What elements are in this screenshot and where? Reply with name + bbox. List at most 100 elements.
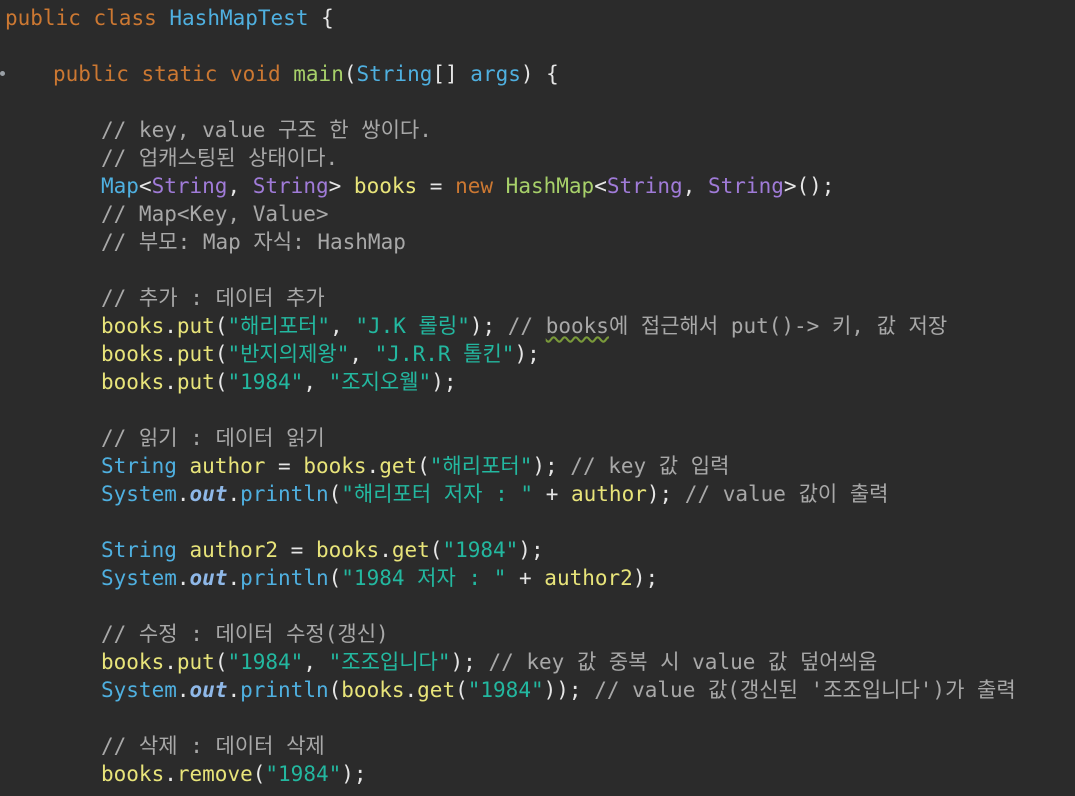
var-books: books (315, 538, 380, 562)
var-books: books (101, 370, 165, 394)
dot: . (176, 678, 190, 702)
paren: ( (328, 482, 342, 506)
assign: = (278, 538, 316, 562)
string-literal: "조지오웰" (328, 370, 432, 394)
code-line-put: books.put("1984", "조조입니다"); // key 값 중복 … (0, 648, 1075, 676)
paren: ( (417, 454, 430, 478)
class-system: System (101, 482, 177, 506)
keyword-public: public (53, 62, 129, 86)
paren-end: ); (646, 482, 685, 506)
paren-brace: ) { (520, 62, 559, 86)
keyword-new: new (455, 174, 494, 198)
class-name: HashMapTest (169, 6, 309, 30)
dot: . (366, 454, 380, 478)
brace: { (308, 6, 334, 30)
var-author2: author2 (189, 538, 279, 562)
var-author2: author2 (544, 566, 633, 590)
type-string: String (356, 62, 433, 86)
string-literal: "반지의제왕" (227, 342, 350, 366)
string-literal: "1984" (265, 762, 342, 786)
comment-line: // 삭제 : 데이터 삭제 (101, 734, 325, 758)
generic-type: String (606, 174, 683, 198)
comment-line: // 추가 : 데이터 추가 (101, 286, 325, 310)
comment-line: // Map<Key, Value> (101, 202, 329, 226)
code-line-println: System.out.println("1984 저자 : " + author… (0, 564, 1075, 592)
dot: . (164, 762, 177, 786)
angle: > (328, 174, 342, 198)
dot: . (176, 482, 190, 506)
string-literal: "해리포터 저자 : " (341, 482, 534, 506)
generic-type: String (151, 174, 228, 198)
string-literal: "조조입니다" (328, 650, 451, 674)
string-literal: "1984" (227, 650, 304, 674)
paren: ( (214, 650, 228, 674)
paren-end: ); (450, 650, 489, 674)
var-books: books (303, 454, 367, 478)
paren: ( (328, 566, 342, 590)
method-remove: remove (176, 762, 253, 786)
var-books: books (353, 174, 418, 198)
comma: , (349, 342, 375, 366)
keyword-void: void (230, 62, 281, 86)
paren: ( (214, 370, 228, 394)
paren-end: ); (532, 454, 571, 478)
fold-marker-icon[interactable] (0, 71, 5, 76)
var-books: books (101, 650, 165, 674)
type-string: String (101, 538, 177, 562)
comma: , (303, 650, 329, 674)
code-line-put: books.put("해리포터", "J.K 롤링"); // books에 접… (0, 312, 1075, 340)
plus: + (506, 566, 545, 590)
method-println: println (240, 482, 329, 506)
end: (); (796, 174, 835, 198)
comment-line: // 업캐스팅된 상태이다. (101, 146, 339, 170)
paren-end: ); (632, 566, 659, 590)
dot: . (379, 538, 392, 562)
comment: // key 값 중복 시 value 값 덮어씌움 (488, 650, 878, 674)
field-out: out (189, 482, 228, 506)
method-println: println (240, 566, 329, 590)
code-line-get: String author = books.get("해리포터"); // ke… (0, 452, 1075, 480)
method-put: put (176, 314, 215, 338)
comment-line: // 부모: Map 자식: HashMap (101, 230, 406, 254)
dot: . (164, 314, 177, 338)
paren-end: ); (341, 762, 367, 786)
keyword-static: static (141, 62, 218, 86)
code-line-println: System.out.println(books.get("1984")); /… (0, 676, 1075, 704)
method-get: get (391, 538, 430, 562)
paren-end: ); (518, 538, 544, 562)
comma: , (227, 174, 253, 198)
class-system: System (101, 566, 177, 590)
string-literal: "해리포터" (429, 454, 533, 478)
paren: ( (429, 538, 443, 562)
angle: < (594, 174, 607, 198)
param-args: args (470, 62, 521, 86)
dot: . (164, 650, 177, 674)
string-literal: "J.R.R 톨킨" (374, 342, 515, 366)
string-literal: "해리포터" (227, 314, 331, 338)
angle: > (783, 174, 797, 198)
code-line-get: String author2 = books.get("1984"); (0, 536, 1075, 564)
comment: // key 값 입력 (570, 454, 730, 478)
dot: . (176, 566, 190, 590)
code-line-put: books.put("1984", "조지오웰"); (0, 368, 1075, 396)
type-map: Map (101, 174, 139, 198)
comma: , (330, 314, 356, 338)
paren: ( (214, 342, 228, 366)
string-literal: "1984" (227, 370, 304, 394)
paren-end: ); (431, 370, 457, 394)
method-put: put (176, 650, 215, 674)
field-out: out (189, 678, 228, 702)
comma: , (303, 370, 329, 394)
method-name: main (293, 62, 344, 86)
code-editor[interactable]: public class HashMapTest { public static… (0, 0, 1075, 796)
var-author: author (189, 454, 266, 478)
paren: ( (214, 314, 228, 338)
